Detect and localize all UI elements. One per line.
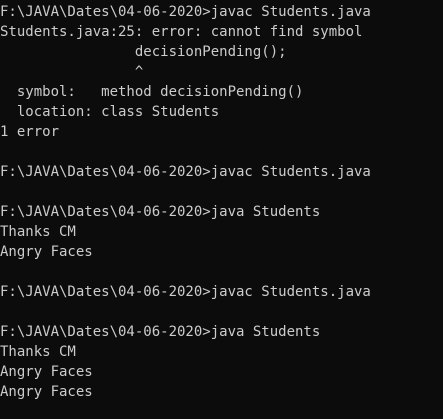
program-output-line: Thanks CM: [0, 224, 76, 240]
program-output-line: Angry Faces: [0, 384, 93, 400]
command-line: F:\JAVA\Dates\04-06-2020>javac Students.…: [0, 284, 371, 300]
error-source-line: decisionPending();: [0, 44, 287, 60]
compiler-error-line: Students.java:25: error: cannot find sym…: [0, 24, 363, 40]
command-line: F:\JAVA\Dates\04-06-2020>java Students: [0, 324, 321, 340]
command-line: F:\JAVA\Dates\04-06-2020>javac Students.…: [0, 164, 371, 180]
program-output-line: Angry Faces: [0, 244, 93, 260]
command-line: F:\JAVA\Dates\04-06-2020>java Students: [0, 204, 321, 220]
error-location-line: location: class Students: [0, 104, 220, 120]
program-output-line: Thanks CM: [0, 344, 76, 360]
error-count-line: 1 error: [0, 124, 60, 140]
error-symbol-line: symbol: method decisionPending(): [0, 84, 304, 100]
program-output-line: Angry Faces: [0, 364, 93, 380]
terminal-window[interactable]: F:\JAVA\Dates\04-06-2020>javac Students.…: [0, 0, 443, 419]
error-caret-line: ^: [0, 64, 144, 80]
command-line: F:\JAVA\Dates\04-06-2020>javac Students.…: [0, 4, 371, 20]
